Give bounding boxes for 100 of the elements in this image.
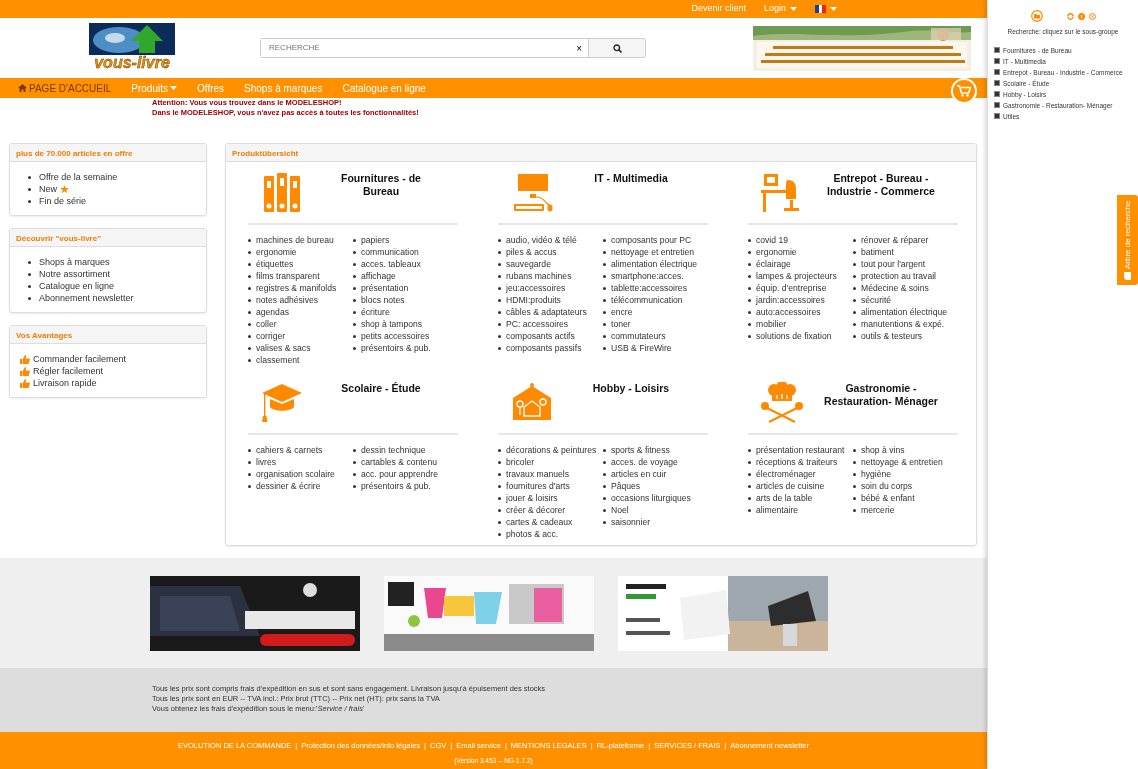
category-title[interactable]: Entrepot - Bureau - Industrie - Commerce [804, 170, 958, 198]
category-link[interactable]: cartables & contenu [361, 456, 437, 468]
category-link[interactable]: jardin:accessoires [756, 294, 825, 306]
category-link[interactable]: présentation [361, 282, 409, 294]
category-link[interactable]: hygiène [861, 468, 892, 480]
category-link[interactable]: ergonomie [256, 246, 297, 258]
category-link[interactable]: soin du corps [861, 480, 913, 492]
category-link[interactable]: bricoler [506, 456, 535, 468]
category-link[interactable]: agendas [256, 306, 289, 318]
category-link[interactable]: nettoyage et entretien [611, 246, 695, 258]
category-link[interactable]: jeu:accessoires [506, 282, 566, 294]
category-link[interactable]: composants actifs [506, 330, 575, 342]
category-link[interactable]: nettoyage & entretien [861, 456, 943, 468]
category-link[interactable]: protection au travail [861, 270, 936, 282]
category-link[interactable]: réceptions & traiteurs [756, 456, 838, 468]
search-field[interactable]: RECHERCHE × [260, 38, 588, 58]
category-link[interactable]: articles en cuir [611, 468, 667, 480]
category-link[interactable]: composants pour PC [611, 234, 692, 246]
category-link[interactable]: écriture [361, 306, 390, 318]
category-link[interactable]: arts de la table [756, 492, 813, 504]
category-title[interactable]: Scolaire - Étude [304, 380, 458, 395]
category-link[interactable]: solutions de fixation [756, 330, 832, 342]
category-link[interactable]: organisation scolaire [256, 468, 335, 480]
nav-link[interactable]: PAGE D'ACCUEIL [18, 80, 120, 96]
category-link[interactable]: tout pour l'argent [861, 258, 926, 270]
category-link[interactable]: lampes & projecteurs [756, 270, 837, 282]
category-link[interactable]: corriger [256, 330, 286, 342]
panel-link[interactable]: Offre de la semaine [39, 171, 118, 183]
category-link[interactable]: valises & sacs [256, 342, 311, 354]
panel-link[interactable]: Shops à marques [39, 256, 110, 268]
category-link[interactable]: acc. pour apprendre [361, 468, 438, 480]
category-link[interactable]: papiers [361, 234, 390, 246]
category-link[interactable]: équip. d'entreprise [756, 282, 827, 294]
category-link[interactable]: shop à vins [861, 444, 905, 456]
category-link[interactable]: alimentation électrique [611, 258, 697, 270]
category-link[interactable]: communication [361, 246, 419, 258]
category-link[interactable]: toner [611, 318, 631, 330]
category-link[interactable]: covid 19 [756, 234, 788, 246]
category-link[interactable]: coller [256, 318, 277, 330]
category-link[interactable]: Médecine & soins [861, 282, 929, 294]
language-dropdown[interactable] [815, 5, 837, 13]
category-link[interactable]: alimentation électrique [861, 306, 947, 318]
category-link[interactable]: commutateurs [611, 330, 666, 342]
category-link[interactable]: décorations & peintures [506, 444, 597, 456]
category-link[interactable]: rénover & réparer [861, 234, 929, 246]
category-link[interactable]: mobilier [756, 318, 787, 330]
category-link[interactable]: tablette:accessoires [611, 282, 687, 294]
category-link[interactable]: électroménager [756, 468, 816, 480]
panel-link[interactable]: Notre assortiment [39, 268, 111, 280]
category-link[interactable]: jouer & loisirs [506, 492, 558, 504]
category-link[interactable]: occasions liturgiques [611, 492, 691, 504]
category-link[interactable]: articles de cuisine [756, 480, 825, 492]
category-link[interactable]: notes adhésives [256, 294, 319, 306]
category-link[interactable]: présentoirs & pub. [361, 480, 431, 492]
category-link[interactable]: sports & fitness [611, 444, 670, 456]
category-link[interactable]: présentation restaurant [756, 444, 845, 456]
category-link[interactable]: fournitures d'arts [506, 480, 570, 492]
category-link[interactable]: acces. de voyage [611, 456, 678, 468]
category-link[interactable]: manutentions & expé. [861, 318, 945, 330]
category-link[interactable]: blocs notes [361, 294, 405, 306]
category-link[interactable]: câbles & adaptateurs [506, 306, 587, 318]
category-link[interactable]: Noel [611, 504, 629, 516]
category-link[interactable]: présentoirs & pub. [361, 342, 431, 354]
category-link[interactable]: travaux manuels [506, 468, 570, 480]
category-link[interactable]: cartes & cadeaux [506, 516, 573, 528]
category-link[interactable]: bébé & enfant [861, 492, 915, 504]
category-link[interactable]: éclairage [756, 258, 791, 270]
category-link[interactable]: sauvegarde [506, 258, 551, 270]
category-link[interactable]: dessiner & écrire [256, 480, 321, 492]
category-link[interactable]: outils & testeurs [861, 330, 923, 342]
panel-link[interactable]: Catalogue en ligne [39, 280, 115, 292]
category-link[interactable]: sécurité [861, 294, 892, 306]
category-link[interactable]: créer & décorer [506, 504, 566, 516]
panel-link[interactable]: Commander facilement [33, 353, 127, 365]
category-link[interactable]: Pâques [611, 480, 641, 492]
category-link[interactable]: étiquettes [256, 258, 294, 270]
panel-link[interactable]: Livraison rapide [33, 377, 97, 389]
category-link[interactable]: encre [611, 306, 633, 318]
category-link[interactable]: PC: accessoires [506, 318, 569, 330]
category-link[interactable]: acces. tableaux [361, 258, 421, 270]
category-link[interactable]: HDMI:produits [506, 294, 561, 306]
category-link[interactable]: photos & acc. [506, 528, 559, 540]
search-button[interactable] [588, 38, 646, 58]
panel-link[interactable]: Régler facilement [33, 365, 104, 377]
category-link[interactable]: saisonnier [611, 516, 651, 528]
category-link[interactable]: dessin technique [361, 444, 426, 456]
panel-link[interactable]: Fin de série [39, 195, 87, 207]
category-link[interactable]: télécommunication [611, 294, 683, 306]
category-link[interactable]: shop à tampons [361, 318, 423, 330]
category-title[interactable]: Fournitures - de Bureau [304, 170, 458, 198]
category-link[interactable]: ergonomie [756, 246, 797, 258]
category-link[interactable]: films transparent [256, 270, 320, 282]
category-title[interactable]: IT - Multimedia [554, 170, 708, 185]
category-link[interactable]: audio, vidéo & télé [506, 234, 577, 246]
category-link[interactable]: rubans machines [506, 270, 572, 282]
panel-link[interactable]: Abonnement newsletter [39, 292, 134, 304]
category-link[interactable]: alimentaire [756, 504, 799, 516]
panel-link[interactable]: New [39, 183, 57, 195]
category-link[interactable]: batiment [861, 246, 894, 258]
category-link[interactable]: auto:accessoires [756, 306, 821, 318]
